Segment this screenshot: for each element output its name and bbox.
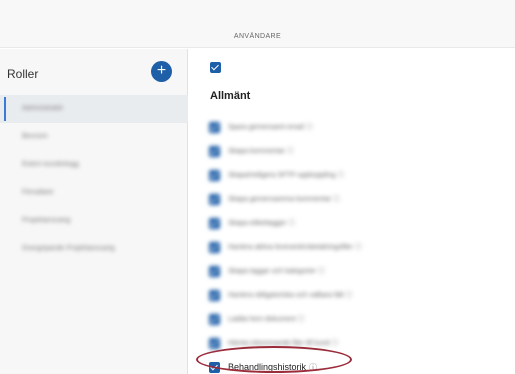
- permission-row: Skapa kommentar ⓘ: [209, 139, 509, 163]
- permission-checkbox[interactable]: [209, 145, 220, 157]
- role-list: Administratör Bevnom Extern kundrelogg F…: [0, 95, 188, 263]
- permission-checkbox[interactable]: [209, 337, 220, 349]
- top-bar: ANVÄNDARE: [0, 0, 515, 48]
- role-item[interactable]: Bevnom: [0, 123, 188, 151]
- select-all-checkbox[interactable]: [210, 62, 221, 73]
- permission-row: Hantera obligatoriska och valbara fält ⓘ: [209, 283, 509, 307]
- role-item[interactable]: Extern kundrelogg: [0, 151, 188, 179]
- plus-icon: +: [156, 62, 167, 79]
- permission-checkbox[interactable]: [209, 289, 220, 301]
- permission-checkbox[interactable]: [209, 193, 220, 205]
- highlight-annotation: [196, 346, 352, 373]
- permission-checkbox[interactable]: [209, 169, 220, 181]
- permissions-panel: Allmänt Spara gemensamt email ⓘ Skapa ko…: [189, 49, 515, 374]
- permission-row: Spara gemensamt email ⓘ: [209, 115, 509, 139]
- permission-checkbox[interactable]: [209, 265, 220, 277]
- permission-checkbox[interactable]: [209, 217, 220, 229]
- role-item[interactable]: Förvaltare: [0, 179, 188, 207]
- permission-checkbox[interactable]: [209, 121, 220, 133]
- permission-row: Skapa taggar och kategorier ⓘ: [209, 259, 509, 283]
- roles-sidebar: Roller + Administratör Bevnom Extern kun…: [0, 49, 188, 374]
- sidebar-title: Roller: [7, 67, 39, 81]
- role-item[interactable]: Övergripande Projektansvarig: [0, 235, 188, 263]
- permission-row: Hantera aktiva leverantörsbetalningsfile…: [209, 235, 509, 259]
- permission-row: Skapa etikettagger ⓘ: [209, 211, 509, 235]
- role-item[interactable]: Projektansvarig: [0, 207, 188, 235]
- permission-list: Spara gemensamt email ⓘ Skapa kommentar …: [209, 115, 509, 374]
- permission-row: Ladda hem dokument ⓘ: [209, 307, 509, 331]
- permission-row: Skapa/redigera SFTP-uppkoppling ⓘ: [209, 163, 509, 187]
- section-title: Allmänt: [210, 90, 251, 102]
- permission-checkbox[interactable]: [209, 241, 220, 253]
- permission-row: Skapa gemensamma kommentar ⓘ: [209, 187, 509, 211]
- add-role-button[interactable]: +: [151, 61, 172, 82]
- permission-checkbox[interactable]: [209, 313, 220, 325]
- role-item-administrator[interactable]: Administratör: [0, 95, 188, 123]
- page-title: ANVÄNDARE: [233, 33, 282, 40]
